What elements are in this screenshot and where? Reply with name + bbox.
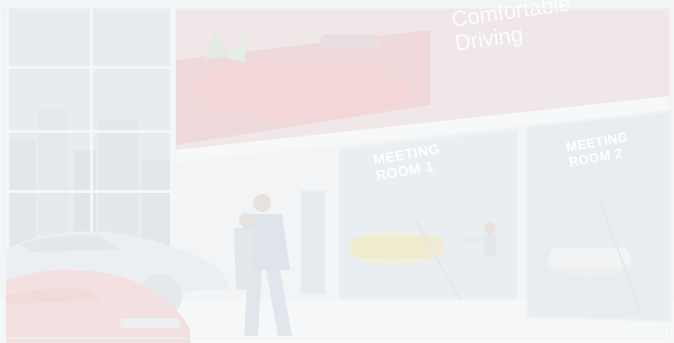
showroom-scene: Comfortable Driving MEETING ROOM 1 MEETI… bbox=[0, 0, 674, 343]
showroom-illustration bbox=[0, 0, 674, 343]
